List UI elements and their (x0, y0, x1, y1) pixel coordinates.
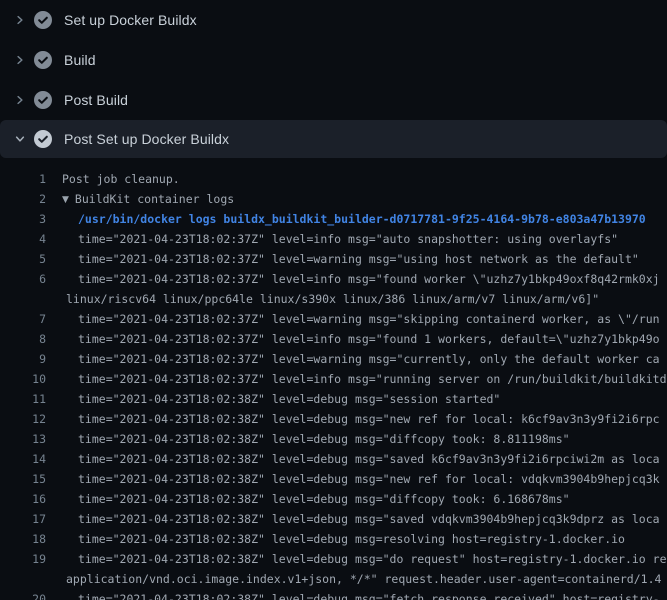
log-text: time="2021-04-23T18:02:38Z" level=debug … (78, 509, 660, 529)
log-text: time="2021-04-23T18:02:38Z" level=debug … (78, 529, 625, 549)
log-line: 8 time="2021-04-23T18:02:37Z" level=info … (0, 329, 667, 349)
log-line: 13 time="2021-04-23T18:02:38Z" level=debu… (0, 429, 667, 449)
log-text: linux/riscv64 linux/ppc64le linux/s390x … (66, 289, 599, 309)
log-line: 4 time="2021-04-23T18:02:37Z" level=info … (0, 229, 667, 249)
log-line-number[interactable]: 11 (0, 389, 46, 409)
step-label: Post Build (64, 92, 128, 108)
log-line: 12 time="2021-04-23T18:02:38Z" level=debu… (0, 409, 667, 429)
log-output: 1 Post job cleanup. 2 ▼BuildKit container l… (0, 158, 667, 600)
log-line-number[interactable]: 5 (0, 249, 46, 269)
chevron-down-icon (14, 133, 26, 145)
log-text: time="2021-04-23T18:02:37Z" level=warnin… (78, 309, 660, 329)
log-text: time="2021-04-23T18:02:38Z" level=debug … (78, 589, 660, 600)
log-line: 7 time="2021-04-23T18:02:37Z" level=warni… (0, 309, 667, 329)
log-line: 9 time="2021-04-23T18:02:37Z" level=warni… (0, 349, 667, 369)
log-line-number[interactable]: 12 (0, 409, 46, 429)
log-line: 2 ▼BuildKit container logs (0, 189, 667, 209)
chevron-right-icon (14, 94, 26, 106)
step-row-build[interactable]: Build (0, 40, 667, 80)
group-toggle-icon[interactable]: ▼ (62, 190, 69, 209)
step-label: Post Set up Docker Buildx (64, 131, 229, 147)
step-label: Build (64, 52, 96, 68)
log-line-number[interactable]: 7 (0, 309, 46, 329)
step-row-set-up-docker-buildx[interactable]: Set up Docker Buildx (0, 0, 667, 40)
log-line: 10 time="2021-04-23T18:02:37Z" level=info… (0, 369, 667, 389)
log-line: 16 time="2021-04-23T18:02:38Z" level=debu… (0, 489, 667, 509)
log-line-number[interactable]: 4 (0, 229, 46, 249)
log-text: time="2021-04-23T18:02:38Z" level=debug … (78, 449, 660, 469)
log-line: 3/usr/bin/docker logs buildx_buildkit_bu… (0, 209, 667, 229)
check-circle-icon (34, 51, 52, 69)
log-line-number[interactable]: 6 (0, 269, 46, 289)
log-line-number[interactable]: 10 (0, 369, 46, 389)
log-line: 20 time="2021-04-23T18:02:38Z" level=debu… (0, 589, 667, 600)
log-command-text: /usr/bin/docker logs buildx_buildkit_bui… (78, 209, 646, 229)
log-text: time="2021-04-23T18:02:37Z" level=info m… (78, 329, 660, 349)
log-line-number (0, 289, 46, 309)
log-line-number[interactable]: 9 (0, 349, 46, 369)
log-line-number[interactable]: 14 (0, 449, 46, 469)
log-line: 18 time="2021-04-23T18:02:38Z" level=debu… (0, 529, 667, 549)
log-line-number[interactable]: 17 (0, 509, 46, 529)
log-text: ▼BuildKit container logs (62, 189, 234, 209)
log-text: time="2021-04-23T18:02:38Z" level=debug … (78, 549, 667, 569)
log-line-number[interactable]: 3 (0, 209, 46, 229)
log-line-number[interactable]: 16 (0, 489, 46, 509)
log-line-number[interactable]: 18 (0, 529, 46, 549)
log-text: time="2021-04-23T18:02:37Z" level=warnin… (78, 349, 660, 369)
log-line-number[interactable]: 2 (0, 189, 46, 209)
log-text: time="2021-04-23T18:02:38Z" level=debug … (78, 469, 660, 489)
log-text: time="2021-04-23T18:02:38Z" level=debug … (78, 429, 570, 449)
check-circle-icon (34, 91, 52, 109)
log-text: time="2021-04-23T18:02:37Z" level=warnin… (78, 249, 639, 269)
log-text: time="2021-04-23T18:02:37Z" level=info m… (78, 369, 667, 389)
log-line: linux/riscv64 linux/ppc64le linux/s390x … (0, 289, 667, 309)
log-line: 1 Post job cleanup. (0, 169, 667, 189)
log-line: 14 time="2021-04-23T18:02:38Z" level=debu… (0, 449, 667, 469)
workflow-log-panel: Set up Docker Buildx Build Post Build (0, 0, 667, 600)
log-line: 5 time="2021-04-23T18:02:37Z" level=warni… (0, 249, 667, 269)
log-line-number[interactable]: 19 (0, 549, 46, 569)
log-line-number[interactable]: 1 (0, 169, 46, 189)
log-line-number (0, 569, 46, 589)
log-line: 19 time="2021-04-23T18:02:38Z" level=debu… (0, 549, 667, 569)
step-list: Set up Docker Buildx Build Post Build (0, 0, 667, 158)
log-text: time="2021-04-23T18:02:37Z" level=info m… (78, 229, 618, 249)
log-line: 6 time="2021-04-23T18:02:37Z" level=info … (0, 269, 667, 289)
log-text: application/vnd.oci.image.index.v1+json,… (66, 569, 661, 589)
step-label: Set up Docker Buildx (64, 12, 197, 28)
log-line: 11 time="2021-04-23T18:02:38Z" level=debu… (0, 389, 667, 409)
step-row-post-build[interactable]: Post Build (0, 80, 667, 120)
log-line: 15 time="2021-04-23T18:02:38Z" level=debu… (0, 469, 667, 489)
log-line: 17 time="2021-04-23T18:02:38Z" level=debu… (0, 509, 667, 529)
log-text: Post job cleanup. (62, 169, 180, 189)
log-text: time="2021-04-23T18:02:38Z" level=debug … (78, 409, 660, 429)
chevron-right-icon (14, 14, 26, 26)
log-line-number[interactable]: 13 (0, 429, 46, 449)
log-text: time="2021-04-23T18:02:38Z" level=debug … (78, 489, 570, 509)
log-line: application/vnd.oci.image.index.v1+json,… (0, 569, 667, 589)
chevron-right-icon (14, 54, 26, 66)
log-line-number[interactable]: 15 (0, 469, 46, 489)
check-circle-icon (34, 11, 52, 29)
log-text: time="2021-04-23T18:02:38Z" level=debug … (78, 389, 500, 409)
log-line-number[interactable]: 20 (0, 589, 46, 600)
log-text: time="2021-04-23T18:02:37Z" level=info m… (78, 269, 660, 289)
log-line-number[interactable]: 8 (0, 329, 46, 349)
step-row-post-set-up-docker-buildx[interactable]: Post Set up Docker Buildx (0, 120, 667, 158)
check-circle-icon (34, 130, 52, 148)
